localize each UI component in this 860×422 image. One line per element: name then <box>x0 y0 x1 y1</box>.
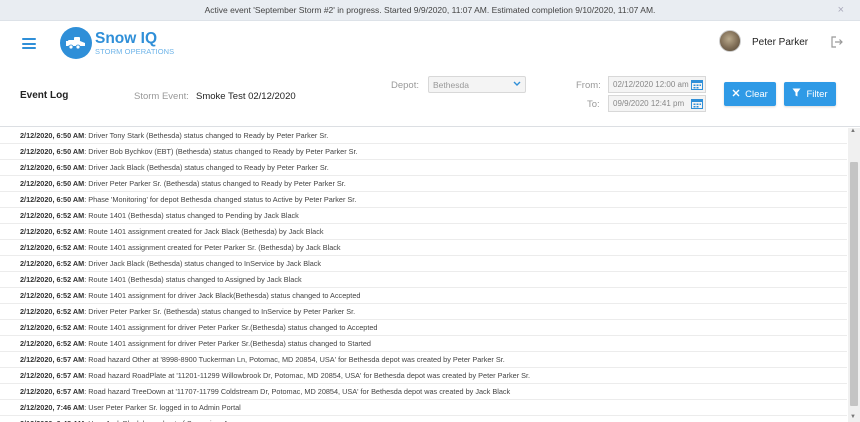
log-entry-time: 2/12/2020, 6:50 AM <box>20 163 85 172</box>
log-entry: 2/12/2020, 6:52 AM : Route 1401 assignme… <box>0 288 847 304</box>
log-entry: 2/12/2020, 6:52 AM : Route 1401 (Bethesd… <box>0 272 847 288</box>
log-entry-message: : Driver Tony Stark (Bethesda) status ch… <box>84 131 329 140</box>
page-title: Event Log <box>20 90 69 101</box>
funnel-icon <box>792 88 801 100</box>
active-event-message: Active event 'September Storm #2' in pro… <box>204 5 656 15</box>
from-date-input[interactable]: 02/12/2020 12:00 am <box>608 76 706 93</box>
log-entry: 2/12/2020, 6:50 AM : Driver Bob Bychkov … <box>0 144 847 160</box>
log-entry: 2/12/2020, 6:52 AM : Route 1401 (Bethesd… <box>0 208 847 224</box>
log-entry: 2/12/2020, 6:52 AM : Route 1401 assignme… <box>0 240 847 256</box>
log-entry-message: : Route 1401 assignment created for Jack… <box>84 227 324 236</box>
log-entry-message: : Driver Bob Bychkov (EBT) (Bethesda) st… <box>84 147 358 156</box>
event-log-filter-bar: Event Log Storm Event: Smoke Test 02/12/… <box>0 65 860 127</box>
hamburger-menu-icon[interactable] <box>22 38 36 49</box>
log-entry-message: : Route 1401 assignment for driver Peter… <box>84 339 371 348</box>
close-icon <box>732 89 740 100</box>
log-entry-time: 2/12/2020, 6:52 AM <box>20 259 85 268</box>
log-entry-message: : Driver Jack Black (Bethesda) status ch… <box>84 163 329 172</box>
depot-select[interactable]: Bethesda <box>428 76 526 93</box>
log-entry-time: 2/12/2020, 6:52 AM <box>20 307 85 316</box>
log-entry-message: : Driver Jack Black (Bethesda) status ch… <box>84 259 322 268</box>
log-entry: 2/12/2020, 6:52 AM : Driver Peter Parker… <box>0 304 847 320</box>
log-entry: 2/12/2020, 6:50 AM : Phase 'Monitoring' … <box>0 192 847 208</box>
user-name[interactable]: Peter Parker <box>752 37 808 48</box>
storm-event-label: Storm Event: <box>134 91 189 102</box>
log-entry-message: : Route 1401 assignment for driver Peter… <box>84 323 378 332</box>
log-entry-time: 2/12/2020, 6:52 AM <box>20 275 85 284</box>
app-name: Snow IQ <box>95 29 157 47</box>
log-entry-time: 2/12/2020, 6:50 AM <box>20 195 85 204</box>
log-entry: 2/12/2020, 6:48 AM : User Jack Black log… <box>0 416 847 422</box>
log-entry-time: 2/12/2020, 6:50 AM <box>20 131 85 140</box>
log-entry-message: : Road hazard RoadPlate at '11201-11299 … <box>84 371 531 380</box>
log-entry-time: 2/12/2020, 6:50 AM <box>20 179 85 188</box>
scroll-down-arrow-icon[interactable]: ▼ <box>850 414 856 420</box>
log-entry: 2/12/2020, 6:52 AM : Route 1401 assignme… <box>0 320 847 336</box>
log-entry-time: 2/12/2020, 6:57 AM <box>20 371 85 380</box>
log-entry: 2/12/2020, 6:50 AM : Driver Tony Stark (… <box>0 128 847 144</box>
to-label: To: <box>587 99 600 110</box>
filter-button[interactable]: Filter <box>784 82 836 106</box>
log-entry-time: 2/12/2020, 6:52 AM <box>20 211 85 220</box>
close-banner-icon[interactable]: × <box>838 4 844 16</box>
log-entry: 2/12/2020, 6:50 AM : Driver Jack Black (… <box>0 160 847 176</box>
log-entry-message: : Driver Peter Parker Sr. (Bethesda) sta… <box>84 179 346 188</box>
log-entry-time: 2/12/2020, 6:57 AM <box>20 387 85 396</box>
log-entry-time: 2/12/2020, 6:50 AM <box>20 147 85 156</box>
active-event-banner: Active event 'September Storm #2' in pro… <box>0 0 860 21</box>
log-entry: 2/12/2020, 6:52 AM : Route 1401 assignme… <box>0 224 847 240</box>
app-subtitle: STORM OPERATIONS <box>95 47 175 56</box>
storm-event-value: Smoke Test 02/12/2020 <box>196 91 296 102</box>
to-date-value: 09/9/2020 12:41 pm <box>613 99 685 108</box>
snowplow-truck-icon <box>60 27 92 59</box>
log-entry-message: : Road hazard Other at '8998-8900 Tucker… <box>84 355 505 364</box>
app-logo[interactable]: Snow IQ STORM OPERATIONS <box>60 27 174 59</box>
log-entry-time: 2/12/2020, 6:57 AM <box>20 355 85 364</box>
log-entry-time: 2/12/2020, 6:52 AM <box>20 323 85 332</box>
from-date-value: 02/12/2020 12:00 am <box>613 80 689 89</box>
log-entry: 2/12/2020, 6:52 AM : Driver Jack Black (… <box>0 256 847 272</box>
calendar-icon[interactable] <box>691 98 703 109</box>
log-entry: 2/12/2020, 6:52 AM : Route 1401 assignme… <box>0 336 847 352</box>
depot-label: Depot: <box>391 80 419 91</box>
clear-button-label: Clear <box>745 88 768 100</box>
log-entry-time: 2/12/2020, 6:52 AM <box>20 243 85 252</box>
clear-button[interactable]: Clear <box>724 82 776 106</box>
scrollbar-thumb[interactable] <box>850 162 858 406</box>
logout-icon[interactable] <box>830 35 844 48</box>
log-entry-message: : Road hazard TreeDown at '11707-11799 C… <box>84 387 511 396</box>
depot-selected-value: Bethesda <box>433 79 469 90</box>
log-entry-time: 2/12/2020, 6:52 AM <box>20 291 85 300</box>
log-entry-message: : Route 1401 assignment for driver Jack … <box>84 291 361 300</box>
chevron-down-icon <box>513 80 521 89</box>
calendar-icon[interactable] <box>691 79 703 90</box>
log-entry-time: 2/12/2020, 6:52 AM <box>20 339 85 348</box>
top-navigation-bar: Snow IQ STORM OPERATIONS Peter Parker <box>0 21 860 65</box>
log-entry-message: : Route 1401 (Bethesda) status changed t… <box>84 211 299 220</box>
scroll-up-arrow-icon[interactable]: ▲ <box>850 128 856 134</box>
log-entry-time: 2/12/2020, 6:52 AM <box>20 227 85 236</box>
user-avatar[interactable] <box>719 30 741 52</box>
log-entry: 2/12/2020, 6:57 AM : Road hazard TreeDow… <box>0 384 847 400</box>
log-entry: 2/12/2020, 6:57 AM : Road hazard Other a… <box>0 352 847 368</box>
log-entry-time: 2/12/2020, 7:46 AM <box>20 403 85 412</box>
to-date-input[interactable]: 09/9/2020 12:41 pm <box>608 95 706 112</box>
log-entry-message: : Route 1401 assignment created for Pete… <box>84 243 341 252</box>
log-scrollbar[interactable]: ▲ ▼ <box>848 128 860 422</box>
log-entry-message: : Phase 'Monitoring' for depot Bethesda … <box>84 195 357 204</box>
from-label: From: <box>576 80 601 91</box>
filter-button-label: Filter <box>806 88 828 100</box>
log-entry-message: : Route 1401 (Bethesda) status changed t… <box>84 275 302 284</box>
log-entry: 2/12/2020, 6:50 AM : Driver Peter Parker… <box>0 176 847 192</box>
log-entry-message: : Driver Peter Parker Sr. (Bethesda) sta… <box>84 307 356 316</box>
event-log-list[interactable]: 2/12/2020, 6:50 AM : Driver Tony Stark (… <box>0 128 847 422</box>
log-entry-message: : User Peter Parker Sr. logged in to Adm… <box>84 403 241 412</box>
log-entry: 2/12/2020, 6:57 AM : Road hazard RoadPla… <box>0 368 847 384</box>
log-entry: 2/12/2020, 7:46 AM : User Peter Parker S… <box>0 400 847 416</box>
